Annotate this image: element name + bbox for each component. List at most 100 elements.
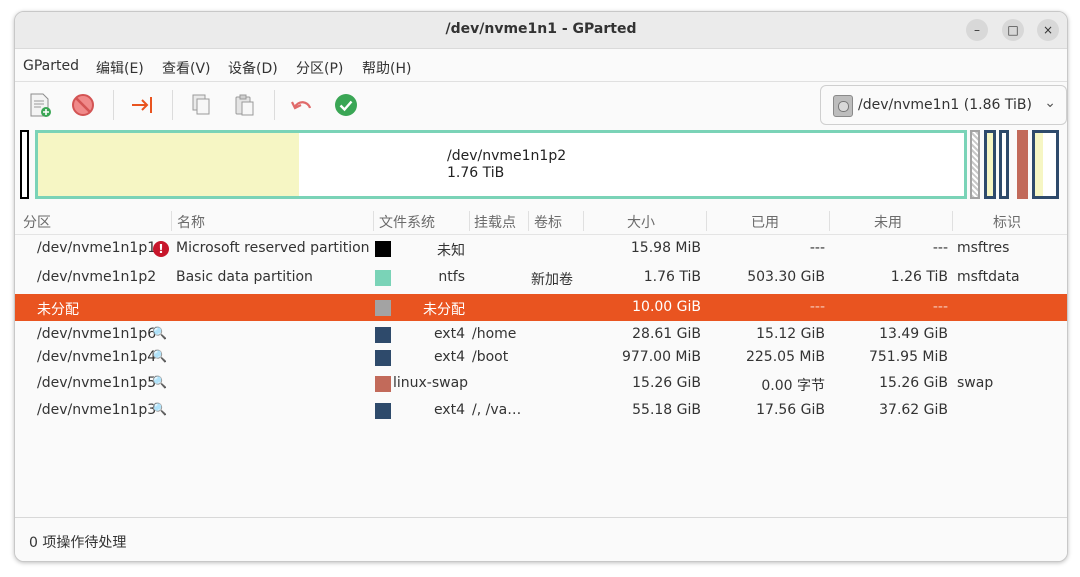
menu-partition[interactable]: 分区(P) <box>296 58 343 78</box>
row-used: 0.00 字节 <box>761 378 825 394</box>
row-unused: 13.49 GiB <box>879 326 948 342</box>
row-filesystem: 未分配 <box>423 302 465 318</box>
row-unused: 15.26 GiB <box>879 375 948 391</box>
row-partition: /dev/nvme1n1p2 <box>37 269 157 285</box>
table-row[interactable]: /dev/nvme1n1p3 🔍 ext4 /, /va… 55.18 GiB … <box>15 398 1067 423</box>
fs-color-swatch <box>375 270 391 286</box>
column-separator <box>706 211 707 231</box>
header-flags[interactable]: 标识 <box>993 212 1021 232</box>
delete-icon[interactable] <box>70 92 96 118</box>
key-icon: 🔍 <box>152 375 167 389</box>
header-label[interactable]: 卷标 <box>534 212 562 232</box>
row-partition: /dev/nvme1n1p1 <box>37 240 157 256</box>
device-selector[interactable]: /dev/nvme1n1 (1.86 TiB) ⌄ <box>820 85 1067 125</box>
table-row[interactable]: /dev/nvme1n1p4 🔍 ext4 /boot 977.00 MiB 2… <box>15 345 1067 370</box>
key-icon: 🔍 <box>152 402 167 416</box>
menu-device[interactable]: 设备(D) <box>228 58 278 78</box>
apply-icon[interactable] <box>333 92 359 118</box>
resize-move-icon[interactable] <box>129 92 155 118</box>
diskmap-p5[interactable] <box>1017 130 1028 199</box>
header-unused[interactable]: 未用 <box>874 212 902 232</box>
close-button[interactable]: × <box>1037 19 1059 41</box>
row-mountpoint: /, /va… <box>472 402 522 418</box>
header-mountpoint[interactable]: 挂载点 <box>474 212 516 232</box>
copy-icon[interactable] <box>188 92 214 118</box>
disk-icon <box>833 95 853 117</box>
menu-help[interactable]: 帮助(H) <box>362 58 411 78</box>
row-size: 55.18 GiB <box>632 402 701 418</box>
diskmap-p2-size: 1.76 TiB <box>447 165 505 181</box>
diskmap-unallocated[interactable] <box>970 130 980 199</box>
gparted-window: /dev/nvme1n1 - GParted – □ × GParted 编辑(… <box>14 11 1068 562</box>
row-size: 10.00 GiB <box>632 299 701 315</box>
paste-icon[interactable] <box>232 92 258 118</box>
fs-color-swatch <box>375 241 391 257</box>
diskmap-p1[interactable] <box>20 130 29 199</box>
row-filesystem: ext4 <box>433 349 465 365</box>
diskmap-p2[interactable]: /dev/nvme1n1p2 1.76 TiB <box>35 130 967 199</box>
row-unused: --- <box>932 240 948 256</box>
menu-view[interactable]: 查看(V) <box>162 58 211 78</box>
row-partition: 未分配 <box>37 302 79 318</box>
row-partition: /dev/nvme1n1p4 <box>37 349 157 365</box>
table-row[interactable]: /dev/nvme1n1p5 🔍 linux-swap 15.26 GiB 0.… <box>15 371 1067 396</box>
row-used: --- <box>809 299 825 315</box>
disk-map: /dev/nvme1n1p2 1.76 TiB <box>15 128 1067 206</box>
row-flags: swap <box>957 375 994 391</box>
row-size: 1.76 TiB <box>643 269 701 285</box>
maximize-button[interactable]: □ <box>1002 19 1024 41</box>
row-mountpoint: /home <box>472 326 517 342</box>
row-size: 977.00 MiB <box>621 349 701 365</box>
title-bar[interactable]: /dev/nvme1n1 - GParted – □ × <box>15 12 1067 49</box>
fs-color-swatch <box>375 300 391 316</box>
toolbar-separator <box>172 90 173 120</box>
fs-color-swatch <box>375 376 391 392</box>
header-used[interactable]: 已用 <box>751 212 779 232</box>
undo-icon[interactable] <box>289 92 315 118</box>
menu-edit[interactable]: 编辑(E) <box>96 58 144 78</box>
row-filesystem: 未知 <box>437 243 465 259</box>
row-size: 15.98 MiB <box>630 240 701 256</box>
fs-color-swatch <box>375 403 391 419</box>
row-partition: /dev/nvme1n1p6 <box>37 326 157 342</box>
header-name[interactable]: 名称 <box>177 212 205 232</box>
new-partition-icon[interactable] <box>27 92 53 118</box>
toolbar-separator <box>274 90 275 120</box>
table-row[interactable]: /dev/nvme1n1p6 🔍 ext4 /home 28.61 GiB 15… <box>15 322 1067 347</box>
diskmap-p3[interactable] <box>1032 130 1059 199</box>
column-separator <box>829 211 830 231</box>
table-row[interactable]: /dev/nvme1n1p2 Basic data partition ntfs… <box>15 265 1067 290</box>
row-used: 225.05 MiB <box>745 349 825 365</box>
header-size[interactable]: 大小 <box>627 212 655 232</box>
status-bar: 0 项操作待处理 <box>15 517 1067 561</box>
menu-bar: GParted 编辑(E) 查看(V) 设备(D) 分区(P) 帮助(H) <box>15 49 1067 82</box>
table-row[interactable]: /dev/nvme1n1p1 ! Microsoft reserved part… <box>15 236 1067 261</box>
toolbar-separator <box>113 90 114 120</box>
row-used: 17.56 GiB <box>756 402 825 418</box>
window-title: /dev/nvme1n1 - GParted <box>445 21 637 37</box>
pending-operations-text: 0 项操作待处理 <box>29 535 127 551</box>
row-unused: 751.95 MiB <box>868 349 948 365</box>
header-filesystem[interactable]: 文件系统 <box>379 212 435 232</box>
table-row-selected[interactable]: 未分配 未分配 10.00 GiB --- --- <box>15 294 1067 321</box>
toolbar: /dev/nvme1n1 (1.86 TiB) ⌄ <box>15 82 1067 128</box>
header-partition[interactable]: 分区 <box>23 212 51 232</box>
row-label: 新加卷 <box>531 272 573 288</box>
warning-icon: ! <box>153 241 169 257</box>
row-mountpoint: /boot <box>472 349 509 365</box>
key-icon: 🔍 <box>152 349 167 363</box>
chevron-down-icon: ⌄ <box>1044 95 1056 111</box>
diskmap-p6[interactable] <box>984 130 996 199</box>
diskmap-p2-used <box>38 133 299 196</box>
row-name: Microsoft reserved partition <box>176 240 370 256</box>
row-name: Basic data partition <box>176 269 313 285</box>
minimize-button[interactable]: – <box>966 19 988 41</box>
diskmap-p4[interactable] <box>999 130 1009 199</box>
row-used: --- <box>809 240 825 256</box>
fs-color-swatch <box>375 327 391 343</box>
fs-color-swatch <box>375 350 391 366</box>
row-flags: msftres <box>957 240 1010 256</box>
menu-gparted[interactable]: GParted <box>23 58 79 74</box>
row-flags: msftdata <box>957 269 1020 285</box>
column-separator <box>171 211 172 231</box>
